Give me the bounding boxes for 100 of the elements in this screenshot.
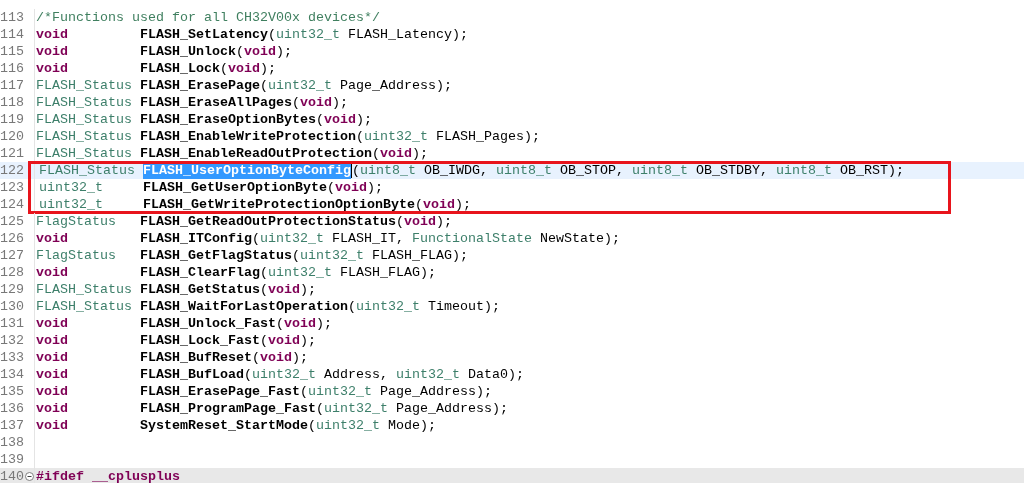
collapse-icon[interactable] — [25, 472, 34, 481]
parameter-list: (void); — [315, 111, 372, 128]
line-number: 136 — [0, 400, 24, 417]
parameter-list: (void); — [236, 43, 292, 60]
line-number: 125 — [0, 213, 24, 230]
function-name: FLASH_GetUserOptionByte — [143, 179, 327, 196]
line-number: 113 — [0, 9, 24, 26]
line-number: 140 — [0, 468, 24, 483]
code-line: #ifdef __cplusplus — [36, 468, 180, 483]
line-number: 114 — [0, 26, 24, 43]
return-type: FlagStatus — [36, 213, 117, 230]
return-type: void — [36, 332, 69, 349]
line-number: 126 — [0, 230, 24, 247]
return-type: FLASH_Status — [36, 281, 133, 298]
parameter-list: (void); — [260, 332, 316, 349]
return-type: FLASH_Status — [36, 77, 133, 94]
parameter-list: (uint32_t FLASH_IT, FunctionalState NewState); — [252, 230, 620, 247]
return-type: FLASH_Status — [36, 298, 133, 315]
line-number: 139 — [0, 451, 24, 468]
function-name: FLASH_GetStatus — [140, 281, 260, 298]
function-name: FLASH_ClearFlag — [140, 264, 260, 281]
line-number: 131 — [0, 315, 24, 332]
return-type: FLASH_Status — [36, 94, 133, 111]
line-number: 117 — [0, 77, 24, 94]
parameter-list: (void); — [395, 213, 452, 230]
return-type: void — [36, 315, 69, 332]
return-type: FLASH_Status — [36, 111, 133, 128]
line-number: 124 — [0, 196, 24, 213]
parameter-list: (void); — [260, 281, 316, 298]
function-name: FLASH_ITConfig — [140, 230, 252, 247]
return-type: FLASH_Status — [39, 162, 136, 179]
function-name: FLASH_GetWriteProtectionOptionByte — [143, 196, 415, 213]
line-number: 120 — [0, 128, 24, 145]
text-cursor — [350, 163, 352, 178]
function-name: FLASH_GetFlagStatus — [140, 247, 292, 264]
function-name: FLASH_ProgramPage_Fast — [140, 400, 316, 417]
parameter-list: (void); — [252, 349, 308, 366]
return-type: void — [36, 60, 69, 77]
parameter-list: (void); — [276, 315, 332, 332]
line-number: 130 — [0, 298, 24, 315]
line-number: 135 — [0, 383, 24, 400]
parameter-list: (void); — [326, 179, 383, 196]
function-name: FLASH_ErasePage_Fast — [140, 383, 300, 400]
function-name: FLASH_Lock_Fast — [140, 332, 260, 349]
line-number: 115 — [0, 43, 24, 60]
return-type: FlagStatus — [36, 247, 117, 264]
function-name: FLASH_ErasePage — [140, 77, 260, 94]
parameter-list: (uint32_t FLASH_FLAG); — [291, 247, 468, 264]
function-name: FLASH_EraseAllPages — [140, 94, 292, 111]
line-number: 134 — [0, 366, 24, 383]
parameter-list: (void); — [220, 60, 276, 77]
function-name: FLASH_BufLoad — [140, 366, 244, 383]
parameter-list: (uint32_t Page_Address); — [299, 383, 492, 400]
return-type: uint32_t — [39, 196, 104, 213]
return-type: void — [36, 383, 69, 400]
return-type: FLASH_Status — [36, 128, 133, 145]
line-number: 129 — [0, 281, 24, 298]
code-comment: /*Functions used for all CH32V00x devices*/ — [36, 9, 380, 26]
parameter-list: (uint32_t Page_Address); — [260, 77, 452, 94]
line-number: 121 — [0, 145, 24, 162]
return-type: void — [36, 43, 69, 60]
return-type: void — [36, 366, 69, 383]
parameter-list: (uint32_t FLASH_Pages); — [355, 128, 540, 145]
parameter-list: (uint32_t FLASH_Latency); — [268, 26, 468, 43]
return-type: uint32_t — [39, 179, 104, 196]
return-type: void — [36, 264, 69, 281]
return-type: FLASH_Status — [36, 145, 133, 162]
line-number: 119 — [0, 111, 24, 128]
return-type: void — [36, 400, 69, 417]
return-type: void — [36, 230, 69, 247]
function-name: FLASH_EraseOptionBytes — [140, 111, 316, 128]
line-number: 132 — [0, 332, 24, 349]
function-name: SystemReset_StartMode — [140, 417, 308, 434]
line-number: 138 — [0, 434, 24, 451]
parameter-list: (uint8_t OB_IWDG, uint8_t OB_STOP, uint8_t OB_STDBY, uint8_t OB_RST); — [351, 162, 904, 179]
line-number: 122 — [0, 162, 24, 179]
function-name: FLASH_EnableWriteProtection — [140, 128, 356, 145]
parameter-list: (uint32_t Page_Address); — [315, 400, 508, 417]
line-number: 116 — [0, 60, 24, 77]
function-name: FLASH_EnableReadOutProtection — [140, 145, 372, 162]
line-number: 133 — [0, 349, 24, 366]
function-name: FLASH_SetLatency — [140, 26, 268, 43]
return-type: void — [36, 417, 69, 434]
function-name: FLASH_GetReadOutProtectionStatus — [140, 213, 396, 230]
line-number: 127 — [0, 247, 24, 264]
return-type: void — [36, 26, 69, 43]
line-number: 123 — [0, 179, 24, 196]
function-name: FLASH_Lock — [140, 60, 220, 77]
line-number: 118 — [0, 94, 24, 111]
parameter-list: (void); — [371, 145, 428, 162]
parameter-list: (uint32_t Address, uint32_t Data0); — [244, 366, 524, 383]
function-name: FLASH_WaitForLastOperation — [140, 298, 348, 315]
parameter-list: (void); — [291, 94, 348, 111]
line-number: 137 — [0, 417, 24, 434]
parameter-list: (uint32_t Timeout); — [347, 298, 500, 315]
function-name: FLASH_BufReset — [140, 349, 252, 366]
line-number: 128 — [0, 264, 24, 281]
function-name: FLASH_Unlock — [140, 43, 236, 60]
parameter-list: (uint32_t FLASH_FLAG); — [260, 264, 436, 281]
return-type: void — [36, 349, 69, 366]
